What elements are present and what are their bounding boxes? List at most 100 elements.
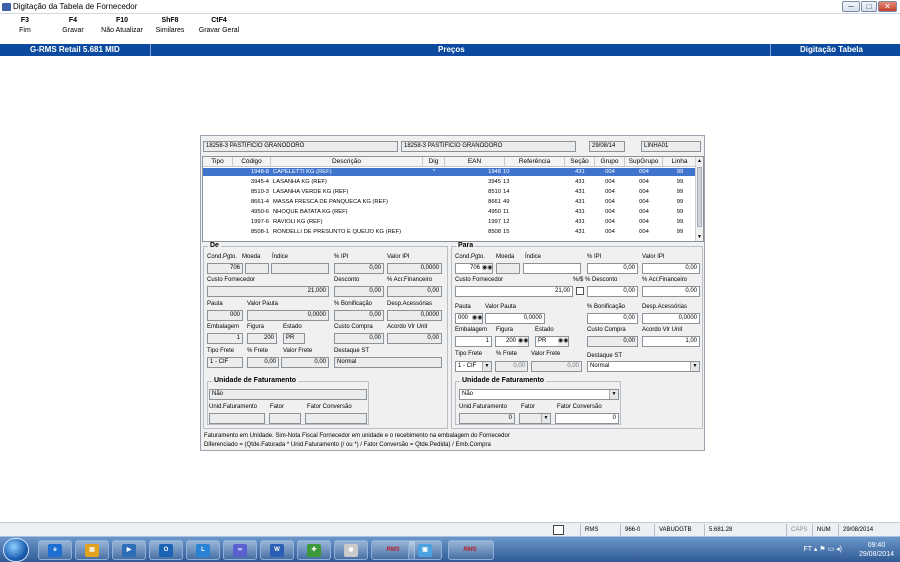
binoculars-icon[interactable]: ◉◉	[558, 337, 568, 346]
taskbar-word-button[interactable]: W	[260, 540, 294, 560]
para-valor-ipi-field[interactable]: 0,00	[642, 263, 700, 274]
line-field[interactable]: LINHA01	[641, 141, 701, 152]
supplier-field-to[interactable]: 18258-3 PASTIFICIO GRANODORO	[401, 141, 576, 152]
de-fator-field[interactable]	[269, 413, 301, 424]
de-pauta-field[interactable]: 000	[207, 310, 243, 321]
de-pct-frete-field[interactable]: 0,00	[247, 357, 279, 368]
minimize-button[interactable]: ─	[842, 1, 860, 12]
col-header-linha[interactable]: Linha	[663, 157, 697, 167]
table-row[interactable]: 4950-6 NHOQUE BATATA KG (REF) 4950 11 431 004…	[203, 208, 697, 216]
para-embalagem-field[interactable]: 1	[455, 336, 492, 347]
maximize-button[interactable]: □	[861, 1, 877, 12]
col-header-codigo[interactable]: Código	[233, 157, 271, 167]
de-unidade-field[interactable]: Não	[209, 389, 367, 400]
scroll-up-icon[interactable]: ▲	[697, 158, 702, 164]
col-header-supgrupo[interactable]: SupGrupo	[625, 157, 663, 167]
toolbar-nao-atualizar-button[interactable]: F10 Não Atualizar	[96, 16, 148, 36]
document-icon[interactable]	[553, 525, 564, 535]
de-acr-financeiro-field[interactable]: 0,00	[387, 286, 442, 297]
de-estado-field[interactable]: PR	[283, 333, 305, 344]
para-acr-financeiro-field[interactable]: 0,00	[642, 286, 700, 297]
de-valor-ipi-field[interactable]: 0,0000	[387, 263, 442, 274]
para-destaque-st-select[interactable]: Normal ▼	[587, 361, 700, 372]
de-custo-compra-field[interactable]: 0,00	[334, 333, 384, 344]
para-fator-select[interactable]: ▼	[519, 413, 551, 424]
de-desconto-field[interactable]: 0,00	[334, 286, 384, 297]
toolbar-similares-button[interactable]: ShF8 Similares	[152, 16, 188, 36]
clock[interactable]: 09:40 29/08/2014	[859, 541, 894, 559]
binoculars-icon[interactable]: ◉◉	[472, 314, 482, 323]
col-header-secao[interactable]: Seção	[565, 157, 595, 167]
de-tipo-frete-field[interactable]: 1 - CIF	[207, 357, 243, 368]
de-ipi-field[interactable]: 0,00	[334, 263, 384, 274]
chevron-down-icon[interactable]: ▼	[541, 414, 550, 423]
binoculars-icon[interactable]: ◉◉	[518, 337, 528, 346]
para-desp-acessorias-field[interactable]: 0,0000	[642, 313, 700, 324]
table-row[interactable]: 1997-6 RAVIOLI KG (REF) 1997 12 431 004 004 99	[203, 218, 697, 226]
para-ipi-field[interactable]: 0,00	[587, 263, 638, 274]
date-field[interactable]: 29/08/14	[589, 141, 625, 152]
para-bonificacao-field[interactable]: 0,00	[587, 313, 638, 324]
para-custo-compra-field[interactable]: 0,00	[587, 336, 638, 347]
table-row[interactable]: 8508-1 RONDELLI DE PRESUNTO E QUEIJO KG (…	[203, 228, 697, 236]
table-row[interactable]: 3945-4 LASANHA KG (REF) 3945 13 431 004 004 99	[203, 178, 697, 186]
para-pct-frete-field[interactable]: 0,00	[495, 361, 528, 372]
table-row[interactable]: 8510-3 LASANHA VERDE KG (REF) 8510 14 431 004…	[203, 188, 697, 196]
binoculars-icon[interactable]: ◉◉	[482, 264, 492, 273]
para-indice-field[interactable]	[523, 263, 581, 274]
de-cond-pgto-field[interactable]: 706	[207, 263, 243, 274]
col-header-grupo[interactable]: Grupo	[595, 157, 625, 167]
de-figura-field[interactable]: 200	[247, 333, 277, 344]
de-destaque-st-field[interactable]: Normal	[334, 357, 442, 368]
para-valor-pauta-field[interactable]: 0,0000	[485, 313, 545, 324]
taskbar-sync-button[interactable]: ∞	[223, 540, 257, 560]
grid-scrollbar[interactable]: ▲ ▼	[695, 157, 703, 241]
col-header-referencia[interactable]: Referência	[505, 157, 565, 167]
de-desp-acessorias-field[interactable]: 0,0000	[387, 310, 442, 321]
de-acordo-vlr-unit-field[interactable]: 0,00	[387, 333, 442, 344]
para-acordo-vlr-unit-field[interactable]: 1,00	[642, 336, 700, 347]
supplier-field-from[interactable]: 18258-3 PASTIFICIO GRANODORO	[203, 141, 398, 152]
tray-icons[interactable]: ▴ ⚑ ▭ ◂)	[814, 546, 842, 553]
chevron-down-icon[interactable]: ▼	[482, 362, 491, 371]
para-unid-faturamento-field[interactable]: 0	[459, 413, 515, 424]
toolbar-gravar-button[interactable]: F4 Gravar	[60, 16, 86, 36]
taskbar-ie-button[interactable]: e	[38, 540, 72, 560]
de-bonificacao-field[interactable]: 0,00	[334, 310, 384, 321]
taskbar-media-button[interactable]: ▶	[112, 540, 146, 560]
language-indicator[interactable]: FT	[804, 546, 812, 553]
de-moeda-field[interactable]	[245, 263, 269, 274]
para-unidade-select[interactable]: Não ▼	[459, 389, 619, 400]
para-tipo-frete-select[interactable]: 1 - CIF ▼	[455, 361, 492, 372]
chevron-down-icon[interactable]: ▼	[609, 390, 618, 399]
de-custo-fornecedor-field[interactable]: 21,000	[207, 286, 329, 297]
chevron-down-icon[interactable]: ▼	[690, 362, 699, 371]
products-grid[interactable]: Tipo Código Descrição Dig EAN Referência…	[202, 156, 704, 242]
para-fator-conversao-field[interactable]: 0	[555, 413, 619, 424]
col-header-tipo[interactable]: Tipo	[203, 157, 233, 167]
de-indice-field[interactable]	[271, 263, 329, 274]
col-header-dig[interactable]: Dig	[423, 157, 445, 167]
para-valor-frete-field[interactable]: 0,00	[531, 361, 582, 372]
taskbar-rms-button[interactable]: RMS	[448, 540, 494, 560]
taskbar-outlook-button[interactable]: O	[149, 540, 183, 560]
para-desconto-checkbox[interactable]	[576, 287, 584, 295]
taskbar-chrome-button[interactable]: ◉	[334, 540, 368, 560]
col-header-descricao[interactable]: Descrição	[271, 157, 423, 167]
de-valor-frete-field[interactable]: 0,00	[281, 357, 329, 368]
table-row[interactable]: 8661-4 MASSA FRESCA DE PANQUECA KG (REF) 8…	[203, 198, 697, 206]
col-header-ean[interactable]: EAN	[445, 157, 505, 167]
taskbar-screen-button[interactable]: ▣	[408, 540, 442, 560]
de-embalagem-field[interactable]: 1	[207, 333, 243, 344]
para-desconto-field[interactable]: 0,00	[587, 286, 638, 297]
de-valor-pauta-field[interactable]: 0,0000	[247, 310, 329, 321]
taskbar-lync-button[interactable]: L	[186, 540, 220, 560]
toolbar-gravar-geral-button[interactable]: CtF4 Gravar Geral	[196, 16, 242, 36]
para-moeda-field[interactable]	[496, 263, 520, 274]
de-fator-conversao-field[interactable]	[305, 413, 367, 424]
scroll-thumb[interactable]	[697, 167, 702, 227]
taskbar-install-button[interactable]: ✚	[297, 540, 331, 560]
start-button[interactable]	[3, 538, 29, 562]
de-unid-faturamento-field[interactable]	[209, 413, 265, 424]
para-custo-fornecedor-field[interactable]: 21,00	[455, 286, 573, 297]
